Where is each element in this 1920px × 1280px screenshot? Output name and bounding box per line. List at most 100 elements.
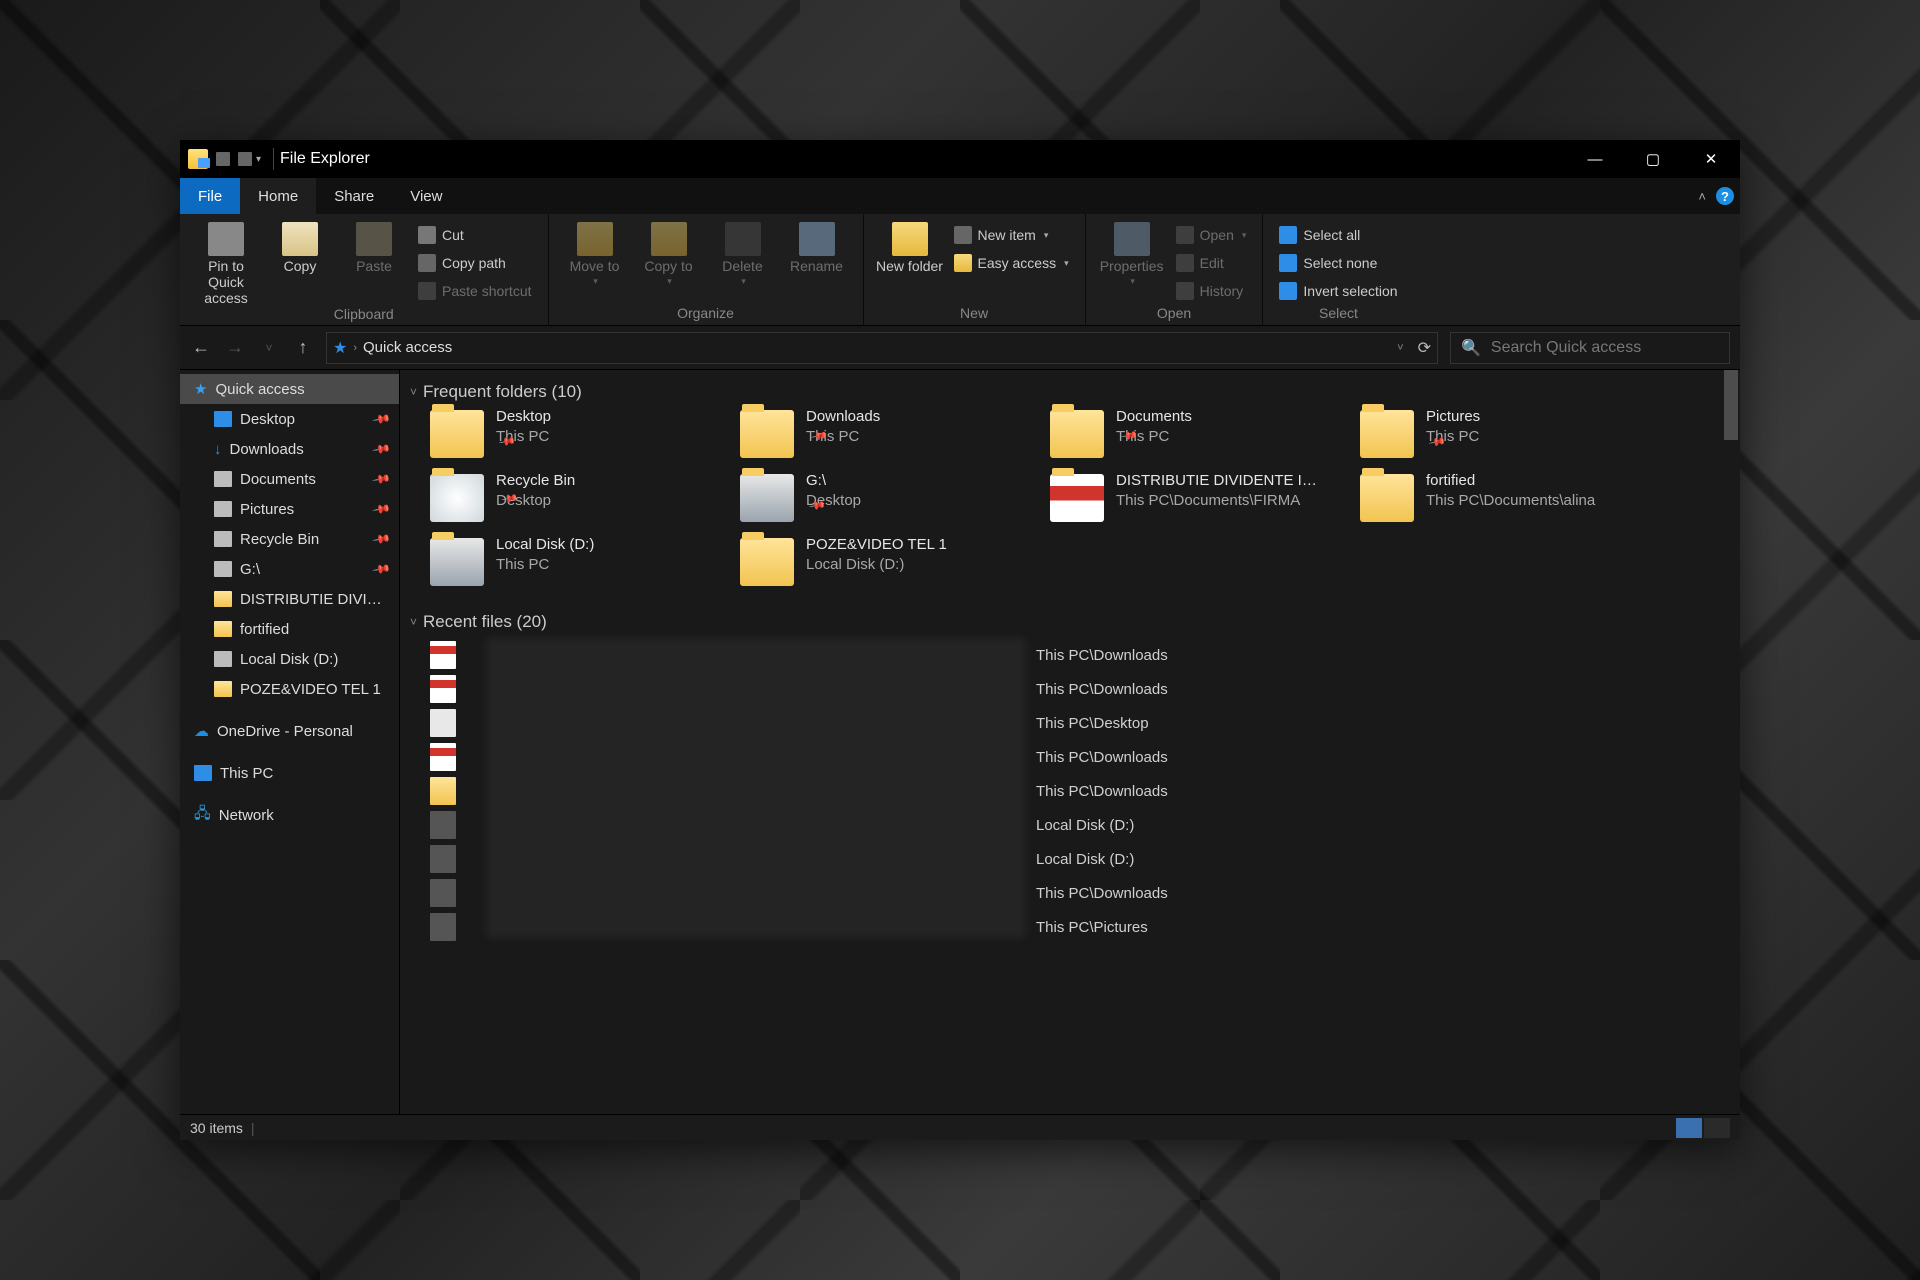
sidebar-icon [214,471,232,487]
file-thumbnail [430,777,456,805]
pin-icon: 📌 [371,499,391,519]
select-all-button[interactable]: Select all [1273,222,1403,248]
chevron-down-icon: ˅ [410,615,417,629]
open-button[interactable]: Open▾ [1170,222,1253,248]
tab-share[interactable]: Share [316,178,392,214]
details-view-button[interactable] [1676,1118,1702,1138]
address-dropdown-icon[interactable]: ˅ [1397,342,1403,354]
sidebar-item[interactable]: G:\📌 [180,554,399,584]
forward-button[interactable]: → [224,337,246,358]
easy-access-icon [954,254,972,272]
sidebar-item[interactable]: POZE&VIDEO TEL 1 [180,674,399,704]
sidebar-network[interactable]: 🖧Network [180,800,399,830]
scroll-thumb[interactable] [1724,370,1738,440]
address-text: Quick access [363,339,452,356]
qat-slot[interactable] [216,152,230,166]
rename-button[interactable]: Rename [781,220,853,274]
vertical-scrollbar[interactable] [1722,370,1740,1114]
ribbon-tabs: File Home Share View ˄ ? [180,178,1740,214]
sidebar-onedrive[interactable]: ☁OneDrive - Personal [180,716,399,746]
file-thumbnail [430,811,456,839]
select-none-button[interactable]: Select none [1273,250,1403,276]
sidebar-item[interactable]: fortified [180,614,399,644]
frequent-folder[interactable]: Recycle BinDesktop📌 [430,472,730,530]
properties-button[interactable]: Properties▾ [1096,220,1168,286]
recent-file-location: This PC\Desktop [1036,715,1149,732]
navigation-pane[interactable]: ★ Quick access Desktop📌↓Downloads📌Docume… [180,370,400,1114]
sidebar-item[interactable]: Recycle Bin 📌 [180,524,399,554]
sidebar-item[interactable]: Local Disk (D:) [180,644,399,674]
content-pane[interactable]: ˅Frequent folders (10) DesktopThis PC📌Do… [400,370,1740,1114]
cloud-icon: ☁ [194,722,209,740]
maximize-button[interactable]: ▢ [1624,140,1682,178]
edit-button[interactable]: Edit [1170,250,1253,276]
file-thumbnail [430,709,456,737]
help-icon[interactable]: ? [1716,187,1734,205]
close-button[interactable]: ✕ [1682,140,1740,178]
sidebar-item[interactable]: ↓Downloads📌 [180,434,399,464]
pin-icon: 📌 [371,529,391,549]
folder-location: This PC [496,556,594,575]
move-to-button[interactable]: Move to▾ [559,220,631,286]
frequent-folder[interactable]: POZE&VIDEO TEL 1Local Disk (D:) [740,536,1040,594]
frequent-folder[interactable]: G:\Desktop📌 [740,472,1040,530]
search-input[interactable]: 🔍 Search Quick access [1450,332,1730,364]
sidebar-item[interactable]: Desktop📌 [180,404,399,434]
sidebar-item[interactable]: Pictures📌 [180,494,399,524]
frequent-folder[interactable]: Local Disk (D:)This PC [430,536,730,594]
file-explorer-window: ▾ File Explorer — ▢ ✕ File Home Share Vi… [180,140,1740,1140]
minimize-button[interactable]: — [1566,140,1624,178]
sidebar-quick-access[interactable]: ★ Quick access [180,374,399,404]
file-thumbnail [430,743,456,771]
pin-to-quick-access-button[interactable]: Pin to Quick access [190,220,262,306]
delete-button[interactable]: Delete▾ [707,220,779,286]
address-bar[interactable]: ★ › Quick access ˅ ⟳ [326,332,1438,364]
sidebar-this-pc[interactable]: This PC [180,758,399,788]
frequent-folder[interactable]: DownloadsThis PC📌 [740,408,1040,466]
folder-name: DISTRIBUTIE DIVIDENTE IU… [1116,472,1326,491]
section-recent-files[interactable]: ˅Recent files (20) [406,608,1740,638]
up-button[interactable]: ↑ [292,337,314,358]
history-button[interactable]: History [1170,278,1253,304]
paste-shortcut-button[interactable]: Paste shortcut [412,278,538,304]
titlebar[interactable]: ▾ File Explorer — ▢ ✕ [180,140,1740,178]
new-item-button[interactable]: New item▾ [948,222,1075,248]
invert-selection-button[interactable]: Invert selection [1273,278,1403,304]
frequent-folder[interactable]: DesktopThis PC📌 [430,408,730,466]
tab-view[interactable]: View [392,178,460,214]
search-placeholder: Search Quick access [1491,339,1641,357]
folder-name: Downloads [806,408,880,427]
recent-locations-button[interactable]: ˅ [258,341,280,355]
sidebar-item[interactable]: Documents📌 [180,464,399,494]
recent-file-location: This PC\Downloads [1036,885,1168,902]
new-folder-button[interactable]: New folder [874,220,946,274]
sidebar-item-label: Recycle Bin [240,531,319,548]
download-icon: ↓ [214,441,222,458]
large-icons-view-button[interactable] [1704,1118,1730,1138]
frequent-folder[interactable]: DocumentsThis PC📌 [1050,408,1350,466]
pc-icon [194,765,212,781]
sidebar-item[interactable]: DISTRIBUTIE DIVIDENTE [180,584,399,614]
quick-access-star-icon: ★ [333,338,347,358]
qat-dropdown-icon[interactable]: ▾ [256,154,261,165]
frequent-folder[interactable]: DISTRIBUTIE DIVIDENTE IU…This PC\Documen… [1050,472,1350,530]
pin-icon: 📌 [371,409,391,429]
qat-slot[interactable] [238,152,252,166]
copy-button[interactable]: Copy [264,220,336,274]
folder-name: G:\ [806,472,861,491]
group-label: New [874,305,1075,323]
frequent-folder[interactable]: fortifiedThis PC\Documents\alina [1360,472,1660,530]
paste-button[interactable]: Paste [338,220,410,274]
shortcut-icon [418,282,436,300]
tab-home[interactable]: Home [240,178,316,214]
easy-access-button[interactable]: Easy access▾ [948,250,1075,276]
tab-file[interactable]: File [180,178,240,214]
refresh-button[interactable]: ⟳ [1418,338,1431,358]
frequent-folder[interactable]: PicturesThis PC📌 [1360,408,1660,466]
sidebar-item-label: G:\ [240,561,260,578]
back-button[interactable]: ← [190,337,212,358]
cut-button[interactable]: Cut [412,222,538,248]
copy-path-button[interactable]: Copy path [412,250,538,276]
collapse-ribbon-icon[interactable]: ˄ [1698,189,1706,204]
copy-to-button[interactable]: Copy to▾ [633,220,705,286]
